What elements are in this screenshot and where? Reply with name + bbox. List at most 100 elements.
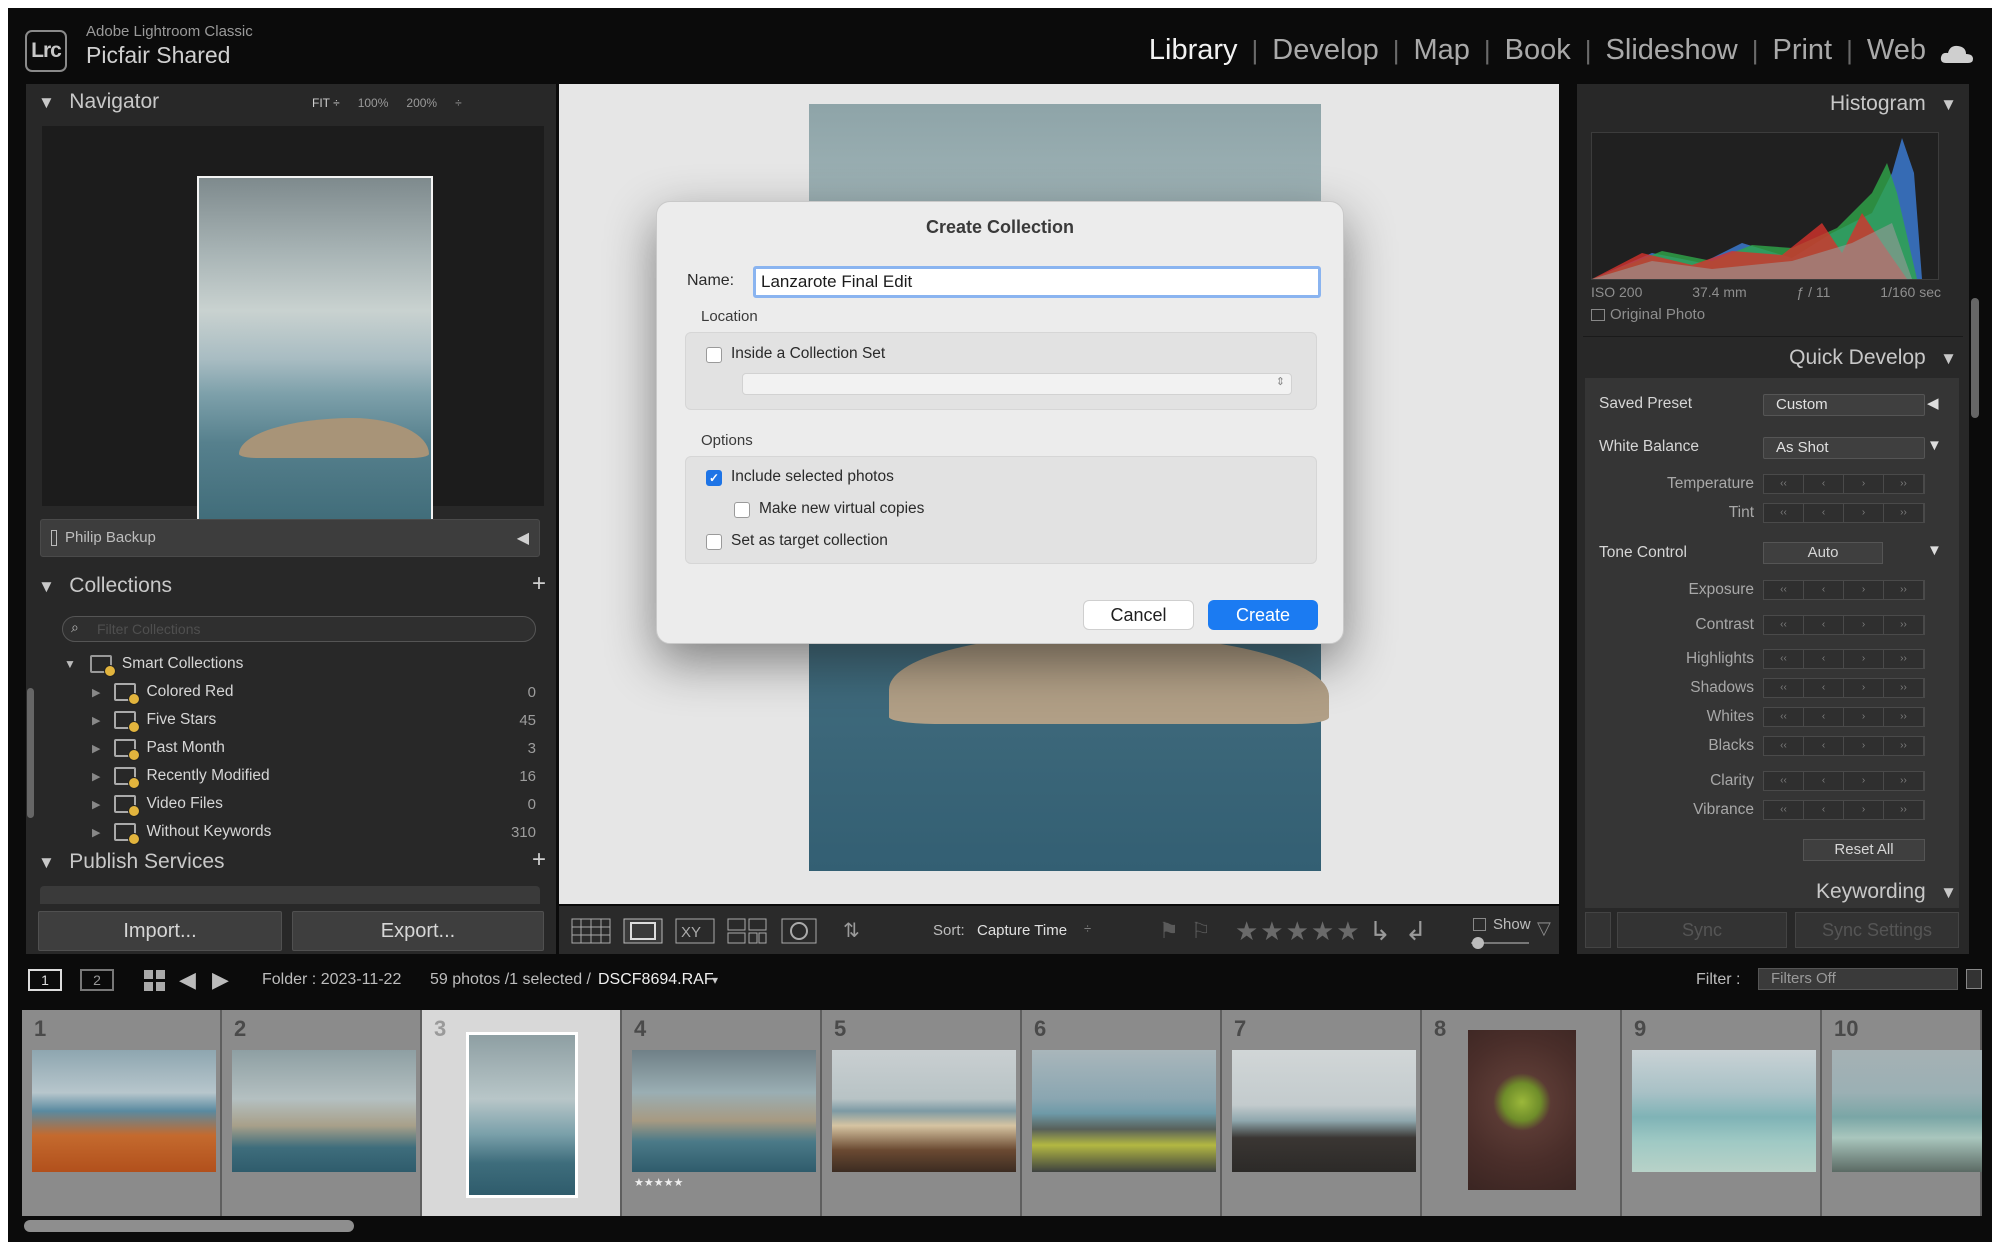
rotate-right-icon[interactable]: ↲ — [1405, 916, 1427, 947]
zoom-more[interactable]: ÷ — [455, 96, 462, 110]
zoom-fit[interactable]: FIT ÷ — [312, 96, 340, 110]
collection-item[interactable]: ▶ Five Stars 45 — [26, 706, 556, 734]
reject-flag-icon[interactable]: ⚐ — [1191, 918, 1211, 944]
vibrance-stepper[interactable]: ‹‹ ‹ › ›› — [1763, 800, 1925, 820]
saved-preset-dropdown[interactable]: Custom — [1763, 394, 1925, 416]
right-panel-scrollbar[interactable] — [1971, 298, 1979, 418]
sort-dropdown[interactable]: Capture Time — [977, 922, 1067, 939]
left-panel-scrollbar[interactable] — [27, 688, 34, 818]
cloud-icon[interactable] — [1940, 44, 1974, 64]
temperature-stepper[interactable]: ‹‹ ‹ › ›› — [1763, 474, 1925, 494]
toolbar-menu-chevron-icon[interactable]: ▽ — [1537, 918, 1551, 939]
filter-lock-icon[interactable] — [1966, 969, 1982, 989]
collection-item[interactable]: ▶ Without Keywords 310 — [26, 818, 556, 846]
export-button[interactable]: Export... — [292, 911, 544, 951]
tint-stepper[interactable]: ‹‹ ‹ › ›› — [1763, 503, 1925, 523]
sync-settings-button[interactable]: Sync Settings — [1795, 912, 1959, 948]
navigator-header[interactable]: ▼ Navigator — [38, 90, 159, 114]
keywording-header[interactable]: Keywording ▼ — [1816, 880, 1957, 904]
quick-develop-header[interactable]: Quick Develop ▼ — [1789, 346, 1957, 370]
reset-all-button[interactable]: Reset All — [1803, 839, 1925, 861]
filmstrip-cell[interactable]: 2 — [222, 1010, 422, 1216]
collapse-triangle-icon[interactable]: ▼ — [1927, 542, 1942, 559]
rotate-left-icon[interactable]: ↳ — [1369, 916, 1391, 947]
main-window-button[interactable]: 1 — [28, 969, 62, 991]
include-selected-checkbox[interactable]: ✓ — [706, 470, 722, 486]
compare-view-icon[interactable]: XY — [675, 918, 715, 944]
histogram-header[interactable]: Histogram ▼ — [1830, 92, 1957, 116]
module-library[interactable]: Library — [1149, 34, 1238, 67]
module-book[interactable]: Book — [1505, 34, 1571, 67]
create-button[interactable]: Create — [1208, 600, 1318, 630]
inside-collection-set-checkbox[interactable] — [706, 347, 722, 363]
original-photo-checkbox[interactable] — [1591, 309, 1605, 321]
sync-button[interactable]: Sync — [1617, 912, 1787, 948]
collections-filter-input[interactable]: ⌕ Filter Collections — [62, 616, 536, 642]
module-map[interactable]: Map — [1413, 34, 1469, 67]
blacks-stepper[interactable]: ‹‹ ‹ › ›› — [1763, 736, 1925, 756]
zoom-100[interactable]: 100% — [358, 96, 389, 110]
sort-direction-icon[interactable]: ⇅ — [843, 918, 860, 943]
forward-arrow-icon[interactable]: ▶ — [212, 967, 229, 993]
selected-filename[interactable]: DSCF8694.RAF — [598, 971, 714, 989]
cancel-button[interactable]: Cancel — [1083, 600, 1194, 630]
highlights-stepper[interactable]: ‹‹ ‹ › ›› — [1763, 649, 1925, 669]
secondary-window-button[interactable]: 2 — [80, 969, 114, 991]
add-publish-service-icon[interactable]: + — [532, 846, 546, 874]
filmstrip-cell[interactable]: 9 — [1622, 1010, 1822, 1216]
expand-triangle-icon[interactable]: ◀ — [517, 528, 529, 548]
shadows-stepper[interactable]: ‹‹ ‹ › ›› — [1763, 678, 1925, 698]
collapse-triangle-icon[interactable]: ▼ — [1927, 437, 1942, 454]
survey-view-icon[interactable] — [727, 918, 767, 944]
whites-stepper[interactable]: ‹‹ ‹ › ›› — [1763, 707, 1925, 727]
white-balance-dropdown[interactable]: As Shot — [1763, 437, 1925, 459]
filmstrip-cell[interactable]: 8 — [1422, 1010, 1622, 1216]
publish-services-header[interactable]: ▼ Publish Services — [38, 850, 225, 874]
sync-toggle-switch[interactable] — [1585, 912, 1611, 948]
show-checkbox[interactable] — [1473, 918, 1486, 931]
module-slideshow[interactable]: Slideshow — [1606, 34, 1738, 67]
filmstrip-cell[interactable]: 4 ★★★★★ — [622, 1010, 822, 1216]
flag-icon[interactable]: ⚑ — [1159, 918, 1179, 944]
collection-set-select[interactable]: ⇕ — [742, 373, 1292, 395]
module-print[interactable]: Print — [1772, 34, 1832, 67]
exposure-stepper[interactable]: ‹‹ ‹ › ›› — [1763, 580, 1925, 600]
collection-item[interactable]: ▶ Colored Red 0 — [26, 678, 556, 706]
virtual-copies-checkbox[interactable] — [734, 502, 750, 518]
auto-tone-button[interactable]: Auto — [1763, 542, 1883, 564]
collection-item[interactable]: ▶ Past Month 3 — [26, 734, 556, 762]
filmstrip-cell[interactable]: 1 — [22, 1010, 222, 1216]
navigator-preview[interactable] — [42, 126, 544, 529]
target-collection-checkbox[interactable] — [706, 534, 722, 550]
filename-dropdown-icon[interactable]: ▾ — [712, 973, 718, 987]
expand-triangle-icon[interactable]: ◀ — [1927, 394, 1939, 412]
slider-handle[interactable] — [1472, 937, 1484, 949]
grid-icon[interactable] — [144, 970, 166, 992]
collection-item[interactable]: ▶ Video Files 0 — [26, 790, 556, 818]
filmstrip-cell[interactable]: 10 — [1822, 1010, 1982, 1216]
filter-dropdown[interactable]: Filters Off — [1758, 968, 1958, 990]
filmstrip-cell[interactable]: 6 — [1022, 1010, 1222, 1216]
smart-collections-group[interactable]: ▼ Smart Collections — [26, 650, 556, 678]
module-web[interactable]: Web — [1867, 34, 1926, 67]
loupe-view-icon[interactable] — [623, 918, 663, 944]
publish-service-item[interactable] — [40, 886, 540, 904]
back-arrow-icon[interactable]: ◀ — [179, 967, 196, 993]
clarity-stepper[interactable]: ‹‹ ‹ › ›› — [1763, 771, 1925, 791]
collections-header[interactable]: ▼ Collections — [38, 574, 172, 598]
grid-view-icon[interactable] — [571, 918, 611, 944]
filmstrip-cell[interactable]: 7 — [1222, 1010, 1422, 1216]
filmstrip-scrollbar[interactable] — [24, 1220, 354, 1232]
collection-item[interactable]: ▶ Recently Modified 16 — [26, 762, 556, 790]
add-collection-icon[interactable]: + — [532, 570, 546, 598]
sort-stepper-icon[interactable]: ÷ — [1084, 921, 1091, 936]
filmstrip-cell-selected[interactable]: 3 — [422, 1010, 622, 1216]
module-develop[interactable]: Develop — [1272, 34, 1378, 67]
people-view-icon[interactable] — [781, 918, 817, 944]
folder-volume-bar[interactable]: Philip Backup ◀ — [40, 519, 540, 557]
filmstrip-cell[interactable]: 5 — [822, 1010, 1022, 1216]
collection-name-input[interactable] — [753, 266, 1321, 298]
star-rating[interactable]: ★★★★★ — [1235, 916, 1362, 947]
import-button[interactable]: Import... — [38, 911, 282, 951]
contrast-stepper[interactable]: ‹‹ ‹ › ›› — [1763, 615, 1925, 635]
